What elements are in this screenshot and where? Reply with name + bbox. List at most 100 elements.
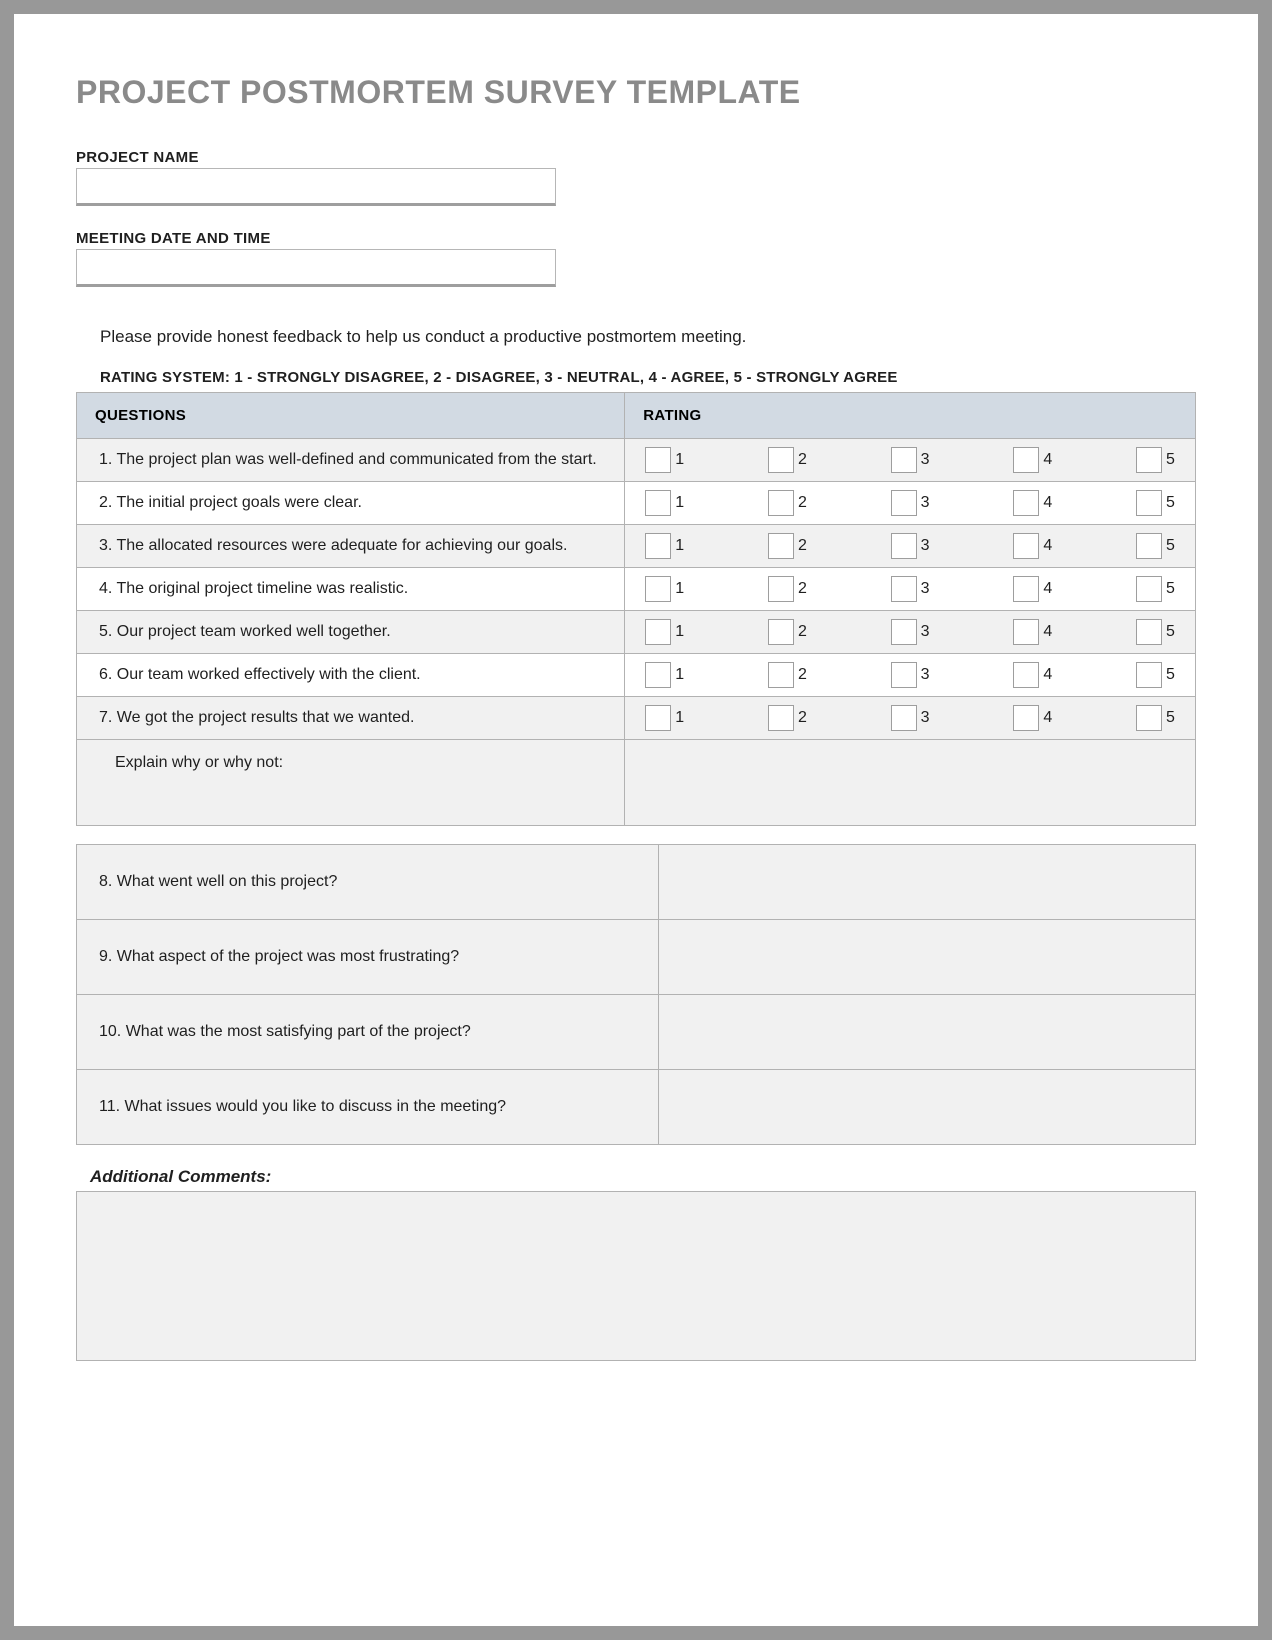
rating-label: 2 <box>798 709 807 727</box>
rating-checkbox[interactable] <box>645 447 671 473</box>
rating-checkbox[interactable] <box>1013 619 1039 645</box>
rating-checkbox[interactable] <box>768 662 794 688</box>
open-question-row-9: 9. What aspect of the project was most f… <box>77 920 1196 995</box>
rating-checkbox[interactable] <box>891 576 917 602</box>
rating-label: 3 <box>921 666 930 684</box>
open-answer-cell[interactable] <box>658 920 1195 995</box>
rating-label: 3 <box>921 709 930 727</box>
project-name-input[interactable] <box>76 168 556 206</box>
rating-label: 2 <box>798 666 807 684</box>
rating-label: 1 <box>675 580 684 598</box>
question-row-1: 1. The project plan was well-defined and… <box>77 439 1196 482</box>
rating-checkbox[interactable] <box>768 447 794 473</box>
open-question-text: 11. What issues would you like to discus… <box>77 1070 659 1145</box>
rating-checkbox[interactable] <box>1136 533 1162 559</box>
rating-checkbox[interactable] <box>1013 533 1039 559</box>
question-text: 4. The original project timeline was rea… <box>77 568 625 611</box>
rating-questions-table: QUESTIONS RATING 1. The project plan was… <box>76 392 1196 826</box>
open-answer-cell[interactable] <box>658 995 1195 1070</box>
rating-label: 3 <box>921 623 930 641</box>
open-answer-cell[interactable] <box>658 1070 1195 1145</box>
rating-label: 1 <box>675 623 684 641</box>
explain-label: Explain why or why not: <box>77 740 625 826</box>
rating-checkbox[interactable] <box>645 705 671 731</box>
rating-label: 3 <box>921 451 930 469</box>
question-row-4: 4. The original project timeline was rea… <box>77 568 1196 611</box>
question-text: 5. Our project team worked well together… <box>77 611 625 654</box>
rating-label: 5 <box>1166 451 1175 469</box>
rating-label: 4 <box>1043 666 1052 684</box>
open-answer-cell[interactable] <box>658 845 1195 920</box>
rating-checkbox[interactable] <box>768 619 794 645</box>
rating-label: 5 <box>1166 580 1175 598</box>
rating-checkbox[interactable] <box>1136 576 1162 602</box>
open-question-row-8: 8. What went well on this project? <box>77 845 1196 920</box>
open-question-text: 9. What aspect of the project was most f… <box>77 920 659 995</box>
rating-label: 5 <box>1166 494 1175 512</box>
rating-label: 2 <box>798 537 807 555</box>
question-text: 2. The initial project goals were clear. <box>77 482 625 525</box>
rating-checkbox[interactable] <box>891 705 917 731</box>
rating-label: 4 <box>1043 494 1052 512</box>
rating-checkbox[interactable] <box>891 447 917 473</box>
rating-label: 3 <box>921 537 930 555</box>
rating-checkbox[interactable] <box>645 619 671 645</box>
rating-checkbox[interactable] <box>891 533 917 559</box>
question-row-6: 6. Our team worked effectively with the … <box>77 654 1196 697</box>
rating-label: 1 <box>675 709 684 727</box>
rating-checkbox[interactable] <box>1013 662 1039 688</box>
question-row-5: 5. Our project team worked well together… <box>77 611 1196 654</box>
open-question-text: 8. What went well on this project? <box>77 845 659 920</box>
rating-checkbox[interactable] <box>768 705 794 731</box>
rating-checkbox[interactable] <box>645 533 671 559</box>
question-text: 3. The allocated resources were adequate… <box>77 525 625 568</box>
rating-checkbox[interactable] <box>891 619 917 645</box>
rating-label: 5 <box>1166 666 1175 684</box>
instructions-text: Please provide honest feedback to help u… <box>100 327 1196 347</box>
rating-checkbox[interactable] <box>1136 662 1162 688</box>
rating-label: 2 <box>798 580 807 598</box>
rating-checkbox[interactable] <box>645 490 671 516</box>
question-text: 6. Our team worked effectively with the … <box>77 654 625 697</box>
rating-label: 4 <box>1043 709 1052 727</box>
rating-label: 3 <box>921 580 930 598</box>
rating-label: 2 <box>798 451 807 469</box>
comments-label: Additional Comments: <box>90 1167 1196 1187</box>
rating-checkbox[interactable] <box>768 490 794 516</box>
rating-label: 5 <box>1166 537 1175 555</box>
page-title: PROJECT POSTMORTEM SURVEY TEMPLATE <box>76 74 1196 111</box>
rating-checkbox[interactable] <box>1013 705 1039 731</box>
rating-label: 4 <box>1043 623 1052 641</box>
rating-checkbox[interactable] <box>1013 576 1039 602</box>
rating-checkbox[interactable] <box>1136 490 1162 516</box>
rating-label: 4 <box>1043 537 1052 555</box>
meeting-date-input[interactable] <box>76 249 556 287</box>
rating-checkbox[interactable] <box>891 662 917 688</box>
rating-label: 2 <box>798 494 807 512</box>
rating-checkbox[interactable] <box>1013 490 1039 516</box>
rating-label: 2 <box>798 623 807 641</box>
rating-checkbox[interactable] <box>645 576 671 602</box>
open-question-row-11: 11. What issues would you like to discus… <box>77 1070 1196 1145</box>
explain-row: Explain why or why not: <box>77 740 1196 826</box>
question-row-3: 3. The allocated resources were adequate… <box>77 525 1196 568</box>
rating-checkbox[interactable] <box>645 662 671 688</box>
explain-answer-cell[interactable] <box>625 740 1196 826</box>
rating-checkbox[interactable] <box>768 576 794 602</box>
project-name-label: PROJECT NAME <box>76 149 1196 166</box>
rating-checkbox[interactable] <box>1136 447 1162 473</box>
open-questions-table: 8. What went well on this project? 9. Wh… <box>76 844 1196 1145</box>
rating-label: 1 <box>675 494 684 512</box>
rating-checkbox[interactable] <box>768 533 794 559</box>
rating-label: 5 <box>1166 623 1175 641</box>
question-row-7: 7. We got the project results that we wa… <box>77 697 1196 740</box>
rating-label: 4 <box>1043 451 1052 469</box>
rating-label: 1 <box>675 451 684 469</box>
open-question-row-10: 10. What was the most satisfying part of… <box>77 995 1196 1070</box>
rating-checkbox[interactable] <box>1013 447 1039 473</box>
comments-textarea[interactable] <box>76 1191 1196 1361</box>
rating-checkbox[interactable] <box>1136 619 1162 645</box>
rating-checkbox[interactable] <box>1136 705 1162 731</box>
rating-checkbox[interactable] <box>891 490 917 516</box>
rating-label: 1 <box>675 666 684 684</box>
